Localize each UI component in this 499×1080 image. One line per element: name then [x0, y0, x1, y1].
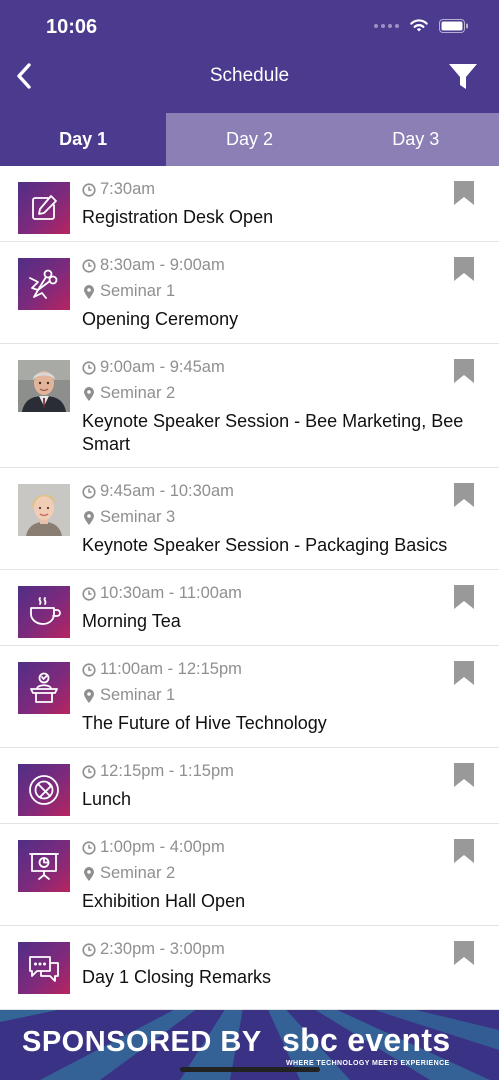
session-location: Seminar 1 [82, 686, 175, 705]
session-title: Lunch [82, 789, 132, 809]
clock-icon [82, 484, 96, 499]
session-time: 1:00pm - 4:00pm [82, 838, 225, 857]
session-row[interactable]: 10:30am - 11:00am Morning Tea [0, 570, 499, 646]
session-row[interactable]: 7:30am Registration Desk Open [0, 166, 499, 242]
session-row[interactable]: 12:15pm - 1:15pm Lunch [0, 748, 499, 824]
clock-icon [82, 360, 96, 375]
bookmark-icon[interactable] [453, 180, 475, 206]
session-time-text: 7:30am [100, 180, 156, 198]
sponsor-logo: sbc events [282, 1022, 451, 1058]
session-time-text: 1:00pm - 4:00pm [100, 838, 225, 856]
session-title: Registration Desk Open [82, 207, 274, 227]
status-icons [374, 18, 469, 33]
session-time-text: 10:30am - 11:00am [100, 584, 242, 602]
presentation-board-icon [18, 840, 70, 892]
location-pin-icon [84, 510, 94, 525]
session-time: 8:30am - 9:00am [82, 256, 225, 275]
session-list[interactable]: 7:30am Registration Desk Open 8:30am - 9… [0, 166, 499, 1010]
session-time-text: 9:00am - 9:45am [100, 358, 225, 376]
clock-icon [82, 662, 96, 677]
clock-icon [82, 258, 96, 273]
location-pin-icon [84, 866, 94, 881]
clock-icon [82, 942, 96, 957]
wifi-icon [410, 19, 428, 32]
session-row[interactable]: 2:30pm - 3:00pm Day 1 Closing Remarks [0, 926, 499, 1010]
bookmark-icon[interactable] [453, 584, 475, 610]
speaker-photo-woman [18, 484, 70, 536]
session-location-text: Seminar 2 [100, 384, 176, 402]
plate-cutlery-icon [18, 764, 70, 816]
coffee-cup-icon [18, 586, 70, 638]
session-time: 7:30am [82, 180, 155, 199]
session-location-text: Seminar 1 [100, 282, 176, 300]
tab-day-2[interactable]: Day 2 [166, 113, 333, 166]
filter-icon [449, 64, 477, 89]
bookmark-icon[interactable] [453, 358, 475, 384]
ribbon-cutting-icon [18, 258, 70, 310]
session-location: Seminar 2 [82, 864, 175, 883]
page-title: Schedule [209, 65, 290, 86]
session-title: Morning Tea [82, 611, 181, 631]
session-location: Seminar 1 [82, 282, 175, 301]
location-pin-icon [84, 386, 94, 401]
clock-icon [82, 840, 96, 855]
clock-icon [82, 182, 96, 197]
app-header: 10:06 Schedule [0, 0, 499, 113]
session-location: Seminar 2 [82, 384, 175, 403]
session-time-text: 11:00am - 12:15pm [100, 660, 242, 678]
clock-icon [82, 764, 96, 779]
session-row[interactable]: 11:00am - 12:15pm Seminar 1 The Future o… [0, 646, 499, 748]
session-row[interactable]: 9:45am - 10:30am Seminar 3 Keynote Speak… [0, 468, 499, 570]
session-time: 9:00am - 9:45am [82, 358, 225, 377]
session-row[interactable]: 8:30am - 9:00am Seminar 1 Opening Ceremo… [0, 242, 499, 344]
filter-button[interactable] [445, 58, 481, 94]
session-time: 2:30pm - 3:00pm [82, 940, 225, 959]
session-location-text: Seminar 1 [100, 686, 176, 704]
bookmark-icon[interactable] [453, 762, 475, 788]
battery-icon [439, 18, 468, 33]
session-location-text: Seminar 2 [100, 864, 176, 882]
session-time: 11:00am - 12:15pm [82, 660, 242, 679]
session-title: Opening Ceremony [82, 309, 239, 329]
signal-dots-icon [374, 23, 399, 28]
session-location: Seminar 3 [82, 508, 175, 527]
session-title: Day 1 Closing Remarks [82, 967, 272, 987]
session-location-text: Seminar 3 [100, 508, 176, 526]
pencil-edit-icon [18, 182, 70, 234]
sponsor-label: SPONSORED BY [22, 1026, 262, 1058]
session-time: 12:15pm - 1:15pm [82, 762, 234, 781]
bookmark-icon[interactable] [453, 838, 475, 864]
location-pin-icon [84, 284, 94, 299]
speaker-photo-man [18, 360, 70, 412]
session-time-text: 9:45am - 10:30am [100, 482, 234, 500]
bookmark-icon[interactable] [453, 940, 475, 966]
bookmark-icon[interactable] [453, 660, 475, 686]
tab-day-3[interactable]: Day 3 [332, 113, 499, 166]
session-time-text: 2:30pm - 3:00pm [100, 940, 225, 958]
session-title: Keynote Speaker Session - Packaging Basi… [82, 535, 448, 555]
session-row[interactable]: 9:00am - 9:45am Seminar 2 Keynote Speake… [0, 344, 499, 468]
session-title: Keynote Speaker Session - Bee Marketing,… [82, 411, 464, 454]
presenter-podium-icon [18, 662, 70, 714]
clock-icon [82, 586, 96, 601]
location-pin-icon [84, 688, 94, 703]
status-time: 10:06 [46, 16, 98, 38]
chat-bubbles-icon [18, 942, 70, 994]
bookmark-icon[interactable] [453, 256, 475, 282]
session-row[interactable]: 1:00pm - 4:00pm Seminar 2 Exhibition Hal… [0, 824, 499, 926]
session-time: 9:45am - 10:30am [82, 482, 234, 501]
bookmark-icon[interactable] [453, 482, 475, 508]
session-time-text: 8:30am - 9:00am [100, 256, 225, 274]
session-title: The Future of Hive Technology [82, 713, 327, 733]
session-time: 10:30am - 11:00am [82, 584, 242, 603]
session-time-text: 12:15pm - 1:15pm [100, 762, 234, 780]
day-tabs: Day 1 Day 2 Day 3 [0, 113, 499, 166]
sponsor-tagline: WHERE TECHNOLOGY MEETS EXPERIENCE [286, 1060, 450, 1067]
session-title: Exhibition Hall Open [82, 891, 246, 911]
tab-day-1[interactable]: Day 1 [0, 113, 167, 166]
home-indicator [180, 1067, 320, 1072]
